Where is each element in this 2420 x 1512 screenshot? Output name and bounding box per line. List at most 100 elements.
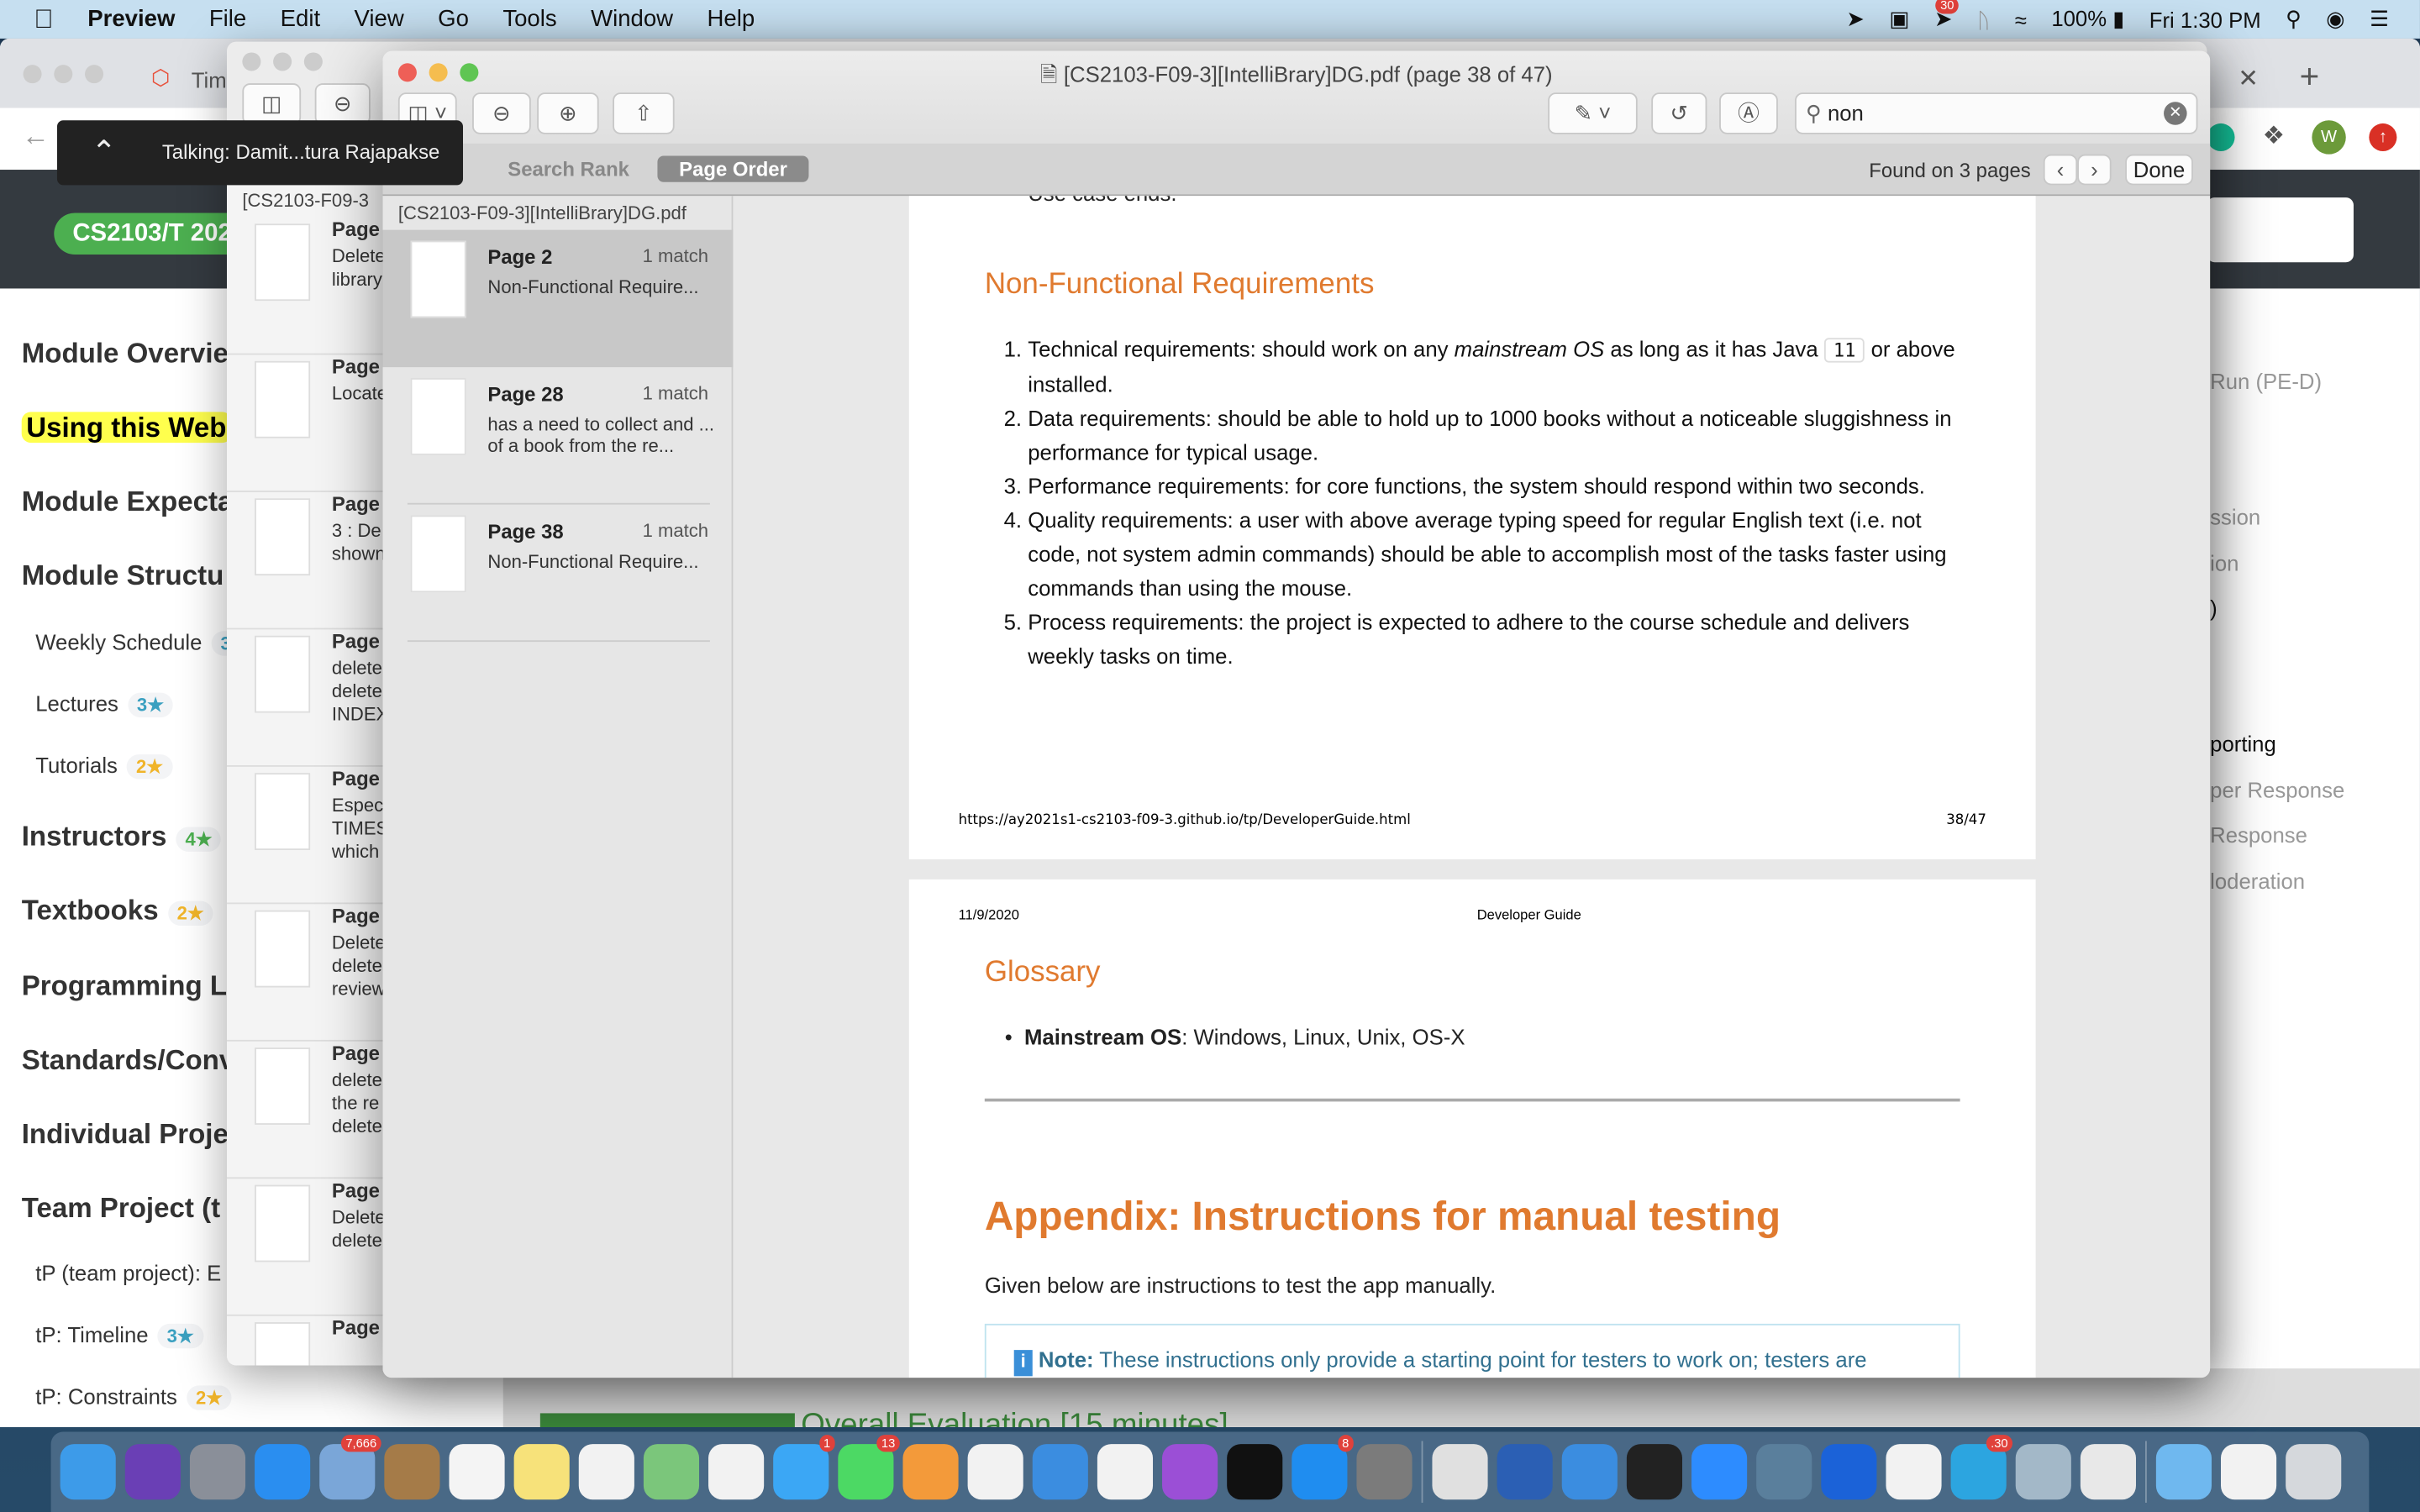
result-item[interactable]: Page xyxy=(227,1316,383,1366)
grammarly-icon[interactable] xyxy=(2207,123,2235,151)
menu-help[interactable]: Help xyxy=(707,6,755,32)
spotlight-icon[interactable]: ⚲ xyxy=(2286,6,2302,32)
dock-numbers-icon[interactable] xyxy=(967,1444,1023,1500)
sidebar-item[interactable]: Tutorials 2★ xyxy=(35,753,173,780)
search-result[interactable]: Page 38 1 match Non-Functional Require... xyxy=(383,505,734,642)
result-item[interactable]: PagedeletedeleteINDEX xyxy=(226,629,383,767)
result-item[interactable]: Page Delete library xyxy=(226,218,383,355)
toc-item[interactable]: ssion xyxy=(2210,505,2260,529)
dock-xcode-icon[interactable] xyxy=(1561,1444,1618,1500)
dock-pin-app-icon[interactable] xyxy=(1821,1444,1877,1500)
new-tab-icon[interactable]: + xyxy=(2300,57,2320,97)
sidebar-item[interactable]: Weekly Schedule3★ xyxy=(35,629,257,656)
menu-app[interactable]: Preview xyxy=(87,6,175,32)
sidebar-item[interactable]: Module Overvie xyxy=(22,338,229,370)
result-item[interactable]: Page EspecTIMESwhich xyxy=(226,767,383,905)
update-icon[interactable]: ↑ xyxy=(2369,123,2397,151)
dock-chrome-icon[interactable] xyxy=(1432,1444,1488,1500)
dock-app-store-icon[interactable]: 8 xyxy=(1292,1435,1354,1500)
dock-mail-icon[interactable]: 7,666 xyxy=(319,1435,381,1500)
sidebar-item[interactable]: Individual Proje xyxy=(22,1119,229,1152)
dock-messages-icon[interactable]: 1 xyxy=(773,1435,835,1500)
dock-textedit-icon[interactable] xyxy=(1886,1444,1942,1500)
dock-launchpad-icon[interactable] xyxy=(189,1444,246,1500)
sidebar-item[interactable]: Module Structu xyxy=(22,560,224,593)
menu-tools[interactable]: Tools xyxy=(502,6,556,32)
sidebar-item[interactable]: Textbooks 2★ xyxy=(22,895,213,927)
search-result[interactable]: Page 28 1 match has a need to collect and … xyxy=(383,367,734,504)
sidebar-item[interactable]: tP: Constraints 2★ xyxy=(35,1384,233,1410)
markup-button[interactable]: ✎ ˅ xyxy=(1548,92,1638,134)
rotate-button[interactable]: ↺ xyxy=(1651,92,1707,134)
sidebar-toggle-button[interactable]: ◫ xyxy=(242,83,302,125)
clock[interactable]: Fri 1:30 PM xyxy=(2149,7,2261,31)
dock-calendar-icon[interactable] xyxy=(449,1444,505,1500)
dock-siri-icon[interactable] xyxy=(124,1444,181,1500)
sort-page-order[interactable]: Page Order xyxy=(657,155,809,182)
dock-maps-icon[interactable] xyxy=(643,1444,700,1500)
toc-item[interactable]: per Response xyxy=(2210,778,2344,802)
toc-item[interactable]: Run (PE-D) xyxy=(2210,369,2322,393)
dock-facetime-icon[interactable]: 13 xyxy=(838,1435,900,1500)
location-icon[interactable]: ➤ xyxy=(1846,6,1865,32)
clear-search-icon[interactable]: ✕ xyxy=(2164,102,2187,125)
zoom-in-button[interactable]: ⊕ xyxy=(537,92,599,134)
toc-item[interactable]: loderation xyxy=(2210,869,2305,893)
dock-safari-icon[interactable] xyxy=(255,1444,311,1500)
tab-title[interactable]: Tim xyxy=(192,68,227,92)
sidebar-item[interactable]: Using this Web xyxy=(21,412,231,444)
bluetooth-icon[interactable]: ᚢ xyxy=(1977,7,1990,31)
toc-item[interactable]: porting xyxy=(2210,732,2276,756)
sidebar-item[interactable]: Module Expecta xyxy=(22,486,234,519)
result-item[interactable]: Page delete the re delete xyxy=(226,1042,383,1179)
dock-contacts-icon[interactable] xyxy=(384,1444,440,1500)
menu-file[interactable]: File xyxy=(209,6,246,32)
telegram-status-icon[interactable]: ➤ 30 xyxy=(1934,0,1959,32)
footer-url[interactable]: https://ay2021s1-cs2103-f09-3.github.io/… xyxy=(959,813,1411,828)
site-search-input[interactable] xyxy=(2207,197,2354,263)
battery-status[interactable]: 100% ▮ xyxy=(2051,6,2124,32)
dock-downloads-folder-icon[interactable] xyxy=(2155,1444,2212,1500)
dock-preview-icon[interactable] xyxy=(2015,1444,2071,1500)
dock-tv-icon[interactable] xyxy=(1227,1444,1283,1500)
dock-coffee-icon[interactable] xyxy=(2080,1444,2136,1500)
menu-go[interactable]: Go xyxy=(438,6,469,32)
apple-icon[interactable]:  xyxy=(34,4,53,35)
zoom-icon[interactable]: ▣ xyxy=(1889,6,1909,32)
chevron-up-icon[interactable]: ⌃ xyxy=(91,120,117,185)
notification-center-icon[interactable]: ☰ xyxy=(2370,6,2389,32)
share-button[interactable]: ⇧ xyxy=(613,92,675,134)
sidebar-item[interactable]: tP: Timeline 3★ xyxy=(35,1322,203,1349)
dock-trash-icon[interactable] xyxy=(2286,1444,2342,1500)
zoom-out-button[interactable]: ⊖ xyxy=(314,83,371,125)
dock-zoom-icon[interactable] xyxy=(1691,1444,1748,1500)
zoom-talking-tooltip[interactable]: ⌃ Talking: Damit...tura Rajapakse xyxy=(56,120,464,186)
menu-window[interactable]: Window xyxy=(591,6,673,32)
sidebar-item[interactable]: Standards/Conv xyxy=(22,1044,235,1077)
profile-avatar[interactable]: W xyxy=(2312,120,2346,155)
sidebar-item[interactable]: Instructors 4★ xyxy=(22,821,222,853)
zoom-out-button[interactable]: ⊖ xyxy=(472,92,531,134)
dock-quicktime-icon[interactable] xyxy=(1756,1444,1812,1500)
close-tab-icon[interactable]: ✕ xyxy=(2238,63,2259,94)
document-view[interactable]: Use case ends. Non-Functional Requiremen… xyxy=(733,196,2211,1378)
next-result-button[interactable]: › xyxy=(2077,154,2112,186)
toc-item[interactable]: ) xyxy=(2210,596,2217,620)
search-field[interactable]: ⚲ non ✕ xyxy=(1795,92,2198,134)
dock-word-icon[interactable] xyxy=(1497,1444,1553,1500)
dock-photos-icon[interactable] xyxy=(708,1444,765,1500)
toc-item[interactable]: ion xyxy=(2210,551,2238,575)
extensions-icon[interactable]: ❖ xyxy=(2263,120,2285,151)
menu-edit[interactable]: Edit xyxy=(281,6,320,32)
previous-result-button[interactable]: ‹ xyxy=(2043,154,2078,186)
dock-document-stack-icon[interactable] xyxy=(2221,1444,2277,1500)
sort-search-rank[interactable]: Search Rank xyxy=(487,156,651,182)
dock-music-icon[interactable] xyxy=(1097,1444,1154,1500)
course-pill[interactable]: CS2103/T 202 xyxy=(54,213,250,255)
sidebar-item[interactable]: tP (team project): E xyxy=(35,1261,221,1285)
result-item[interactable]: Page Delete delete review xyxy=(226,904,383,1042)
result-item[interactable]: Page 3 : De shown xyxy=(226,492,383,630)
done-button[interactable]: Done xyxy=(2125,154,2193,186)
annotate-button[interactable]: Ⓐ xyxy=(1719,92,1778,134)
sidebar-item[interactable]: Lectures 3★ xyxy=(35,691,173,718)
